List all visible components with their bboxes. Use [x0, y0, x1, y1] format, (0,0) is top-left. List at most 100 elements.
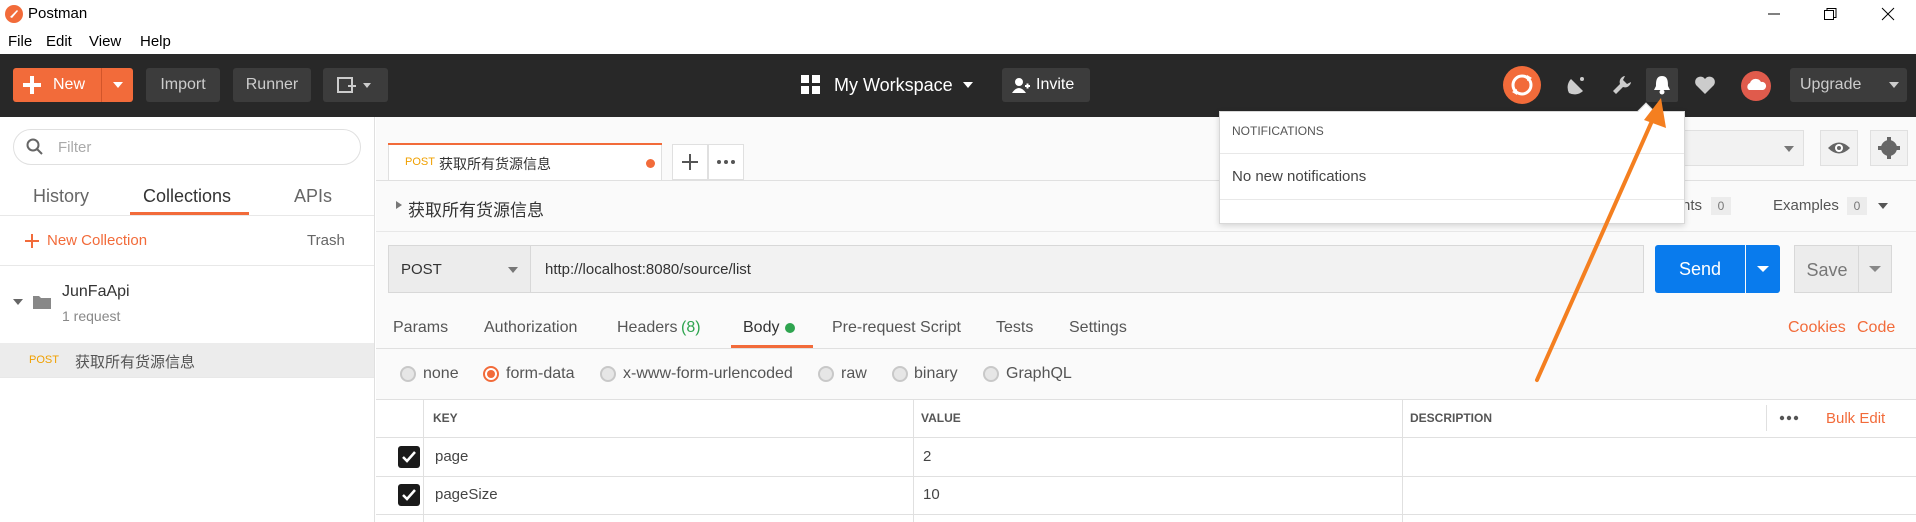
bulk-edit-link[interactable]: Bulk Edit: [1826, 410, 1885, 427]
filter-input[interactable]: Filter: [13, 129, 361, 165]
collapse-chevron-down-icon[interactable]: [12, 297, 24, 307]
folder-icon: [33, 294, 51, 309]
collection-request-count: 1 request: [62, 308, 121, 324]
notifications-empty-message: No new notifications: [1232, 168, 1367, 185]
body-type-graphql[interactable]: GraphQL: [1006, 365, 1072, 383]
url-input-value: http://localhost:8080/source/list: [545, 261, 751, 278]
request-tab[interactable]: POST 获取所有货源信息: [388, 143, 662, 181]
runner-button[interactable]: Runner: [233, 68, 311, 102]
more-icon: [717, 160, 735, 164]
heart-icon[interactable]: [1693, 74, 1717, 96]
environment-select[interactable]: [1684, 130, 1804, 166]
radio-binary[interactable]: [892, 366, 908, 382]
table-options-more-icon[interactable]: [1777, 408, 1801, 428]
tab-params[interactable]: Params: [393, 319, 448, 337]
body-type-urlencoded[interactable]: x-www-form-urlencoded: [623, 365, 793, 383]
import-button[interactable]: Import: [146, 68, 220, 102]
expand-chevron-right-icon[interactable]: [395, 200, 403, 210]
add-user-icon: [1012, 77, 1030, 93]
radio-none[interactable]: [400, 366, 416, 382]
request-tab-name: 获取所有货源信息: [439, 156, 551, 172]
request-name: 获取所有货源信息: [75, 354, 196, 371]
tab-collections[interactable]: Collections: [143, 186, 231, 207]
title-bar: Postman: [0, 0, 1916, 28]
request-title[interactable]: 获取所有货源信息: [408, 196, 544, 221]
checkmark-icon: [402, 451, 416, 463]
annotation-arrow-icon: [1535, 98, 1666, 382]
code-link[interactable]: Code: [1857, 319, 1895, 337]
radio-raw[interactable]: [818, 366, 834, 382]
new-dropdown-icon[interactable]: [111, 80, 125, 90]
tab-authorization[interactable]: Authorization: [484, 319, 577, 337]
new-window-button[interactable]: [323, 68, 388, 102]
body-type-none[interactable]: none: [423, 365, 459, 383]
examples-label[interactable]: Examples: [1773, 197, 1839, 214]
row-checkbox[interactable]: [398, 446, 420, 468]
request-method-badge: POST: [29, 354, 59, 366]
restore-icon[interactable]: [1820, 4, 1840, 24]
environment-chevron-down-icon: [1783, 145, 1795, 153]
send-dropdown-button[interactable]: [1746, 245, 1780, 293]
comments-label[interactable]: nts: [1682, 197, 1702, 214]
chevron-down-icon: [1869, 266, 1881, 272]
url-input[interactable]: http://localhost:8080/source/list: [530, 245, 1644, 293]
examples-chevron-down-icon[interactable]: [1877, 202, 1889, 210]
column-key: KEY: [433, 411, 458, 425]
row-checkbox[interactable]: [398, 484, 420, 506]
row-value[interactable]: 10: [923, 486, 940, 503]
menu-help[interactable]: Help: [140, 33, 171, 50]
new-button[interactable]: New: [13, 68, 133, 102]
row-value[interactable]: 2: [923, 448, 931, 465]
tab-apis[interactable]: APIs: [294, 186, 332, 207]
tab-tests[interactable]: Tests: [996, 319, 1033, 337]
save-dropdown-button[interactable]: [1858, 245, 1892, 293]
sidebar-request-item[interactable]: POST 获取所有货源信息: [0, 343, 374, 377]
save-button[interactable]: Save: [1794, 245, 1858, 293]
upgrade-button[interactable]: Upgrade: [1790, 68, 1907, 102]
body-type-raw[interactable]: raw: [841, 365, 867, 383]
body-type-binary[interactable]: binary: [914, 365, 958, 383]
unsaved-dot-icon: [646, 159, 655, 168]
tab-settings[interactable]: Settings: [1069, 319, 1127, 337]
method-select[interactable]: POST: [388, 245, 530, 293]
method-chevron-down-icon: [507, 266, 519, 274]
close-icon[interactable]: [1878, 4, 1898, 24]
tab-headers[interactable]: Headers: [617, 319, 677, 337]
environment-quick-look-button[interactable]: [1820, 130, 1858, 166]
form-data-table: [376, 399, 1916, 522]
workspace-label[interactable]: My Workspace: [834, 75, 953, 96]
notifications-title: NOTIFICATIONS: [1232, 124, 1324, 138]
radio-form-data[interactable]: [483, 366, 499, 382]
manage-environments-button[interactable]: [1870, 130, 1908, 166]
tab-history[interactable]: History: [33, 186, 89, 207]
eye-icon: [1828, 142, 1850, 154]
sidebar: Filter History Collections APIs New Coll…: [0, 117, 375, 522]
radio-graphql[interactable]: [983, 366, 999, 382]
new-button-label: New: [53, 76, 86, 93]
menu-file[interactable]: File: [8, 33, 32, 50]
trash-button[interactable]: Trash: [307, 232, 345, 249]
radio-urlencoded[interactable]: [600, 366, 616, 382]
avatar[interactable]: [1741, 71, 1771, 101]
plus-icon: [23, 76, 41, 94]
menu-view[interactable]: View: [89, 33, 121, 50]
collection-name[interactable]: JunFaApi: [62, 283, 130, 301]
tab-pre-request-script[interactable]: Pre-request Script: [832, 319, 961, 337]
new-tab-button[interactable]: [672, 144, 708, 180]
tab-options-button[interactable]: [708, 144, 744, 180]
workspace-chevron-down-icon[interactable]: [962, 81, 974, 89]
minimize-icon[interactable]: [1764, 4, 1784, 24]
search-icon: [26, 138, 44, 156]
row-key[interactable]: page: [435, 448, 468, 465]
tab-body[interactable]: Body: [743, 319, 779, 337]
new-collection-button[interactable]: New Collection: [47, 232, 147, 249]
row-key[interactable]: pageSize: [435, 486, 498, 503]
invite-button[interactable]: Invite: [1002, 68, 1090, 102]
body-type-form-data[interactable]: form-data: [506, 365, 574, 383]
invite-label: Invite: [1036, 76, 1075, 93]
menu-bar: File Edit View Help: [0, 28, 1916, 54]
new-window-icon: [336, 77, 371, 93]
method-select-value: POST: [401, 261, 442, 278]
menu-edit[interactable]: Edit: [46, 33, 72, 50]
cookies-link[interactable]: Cookies: [1788, 319, 1846, 337]
